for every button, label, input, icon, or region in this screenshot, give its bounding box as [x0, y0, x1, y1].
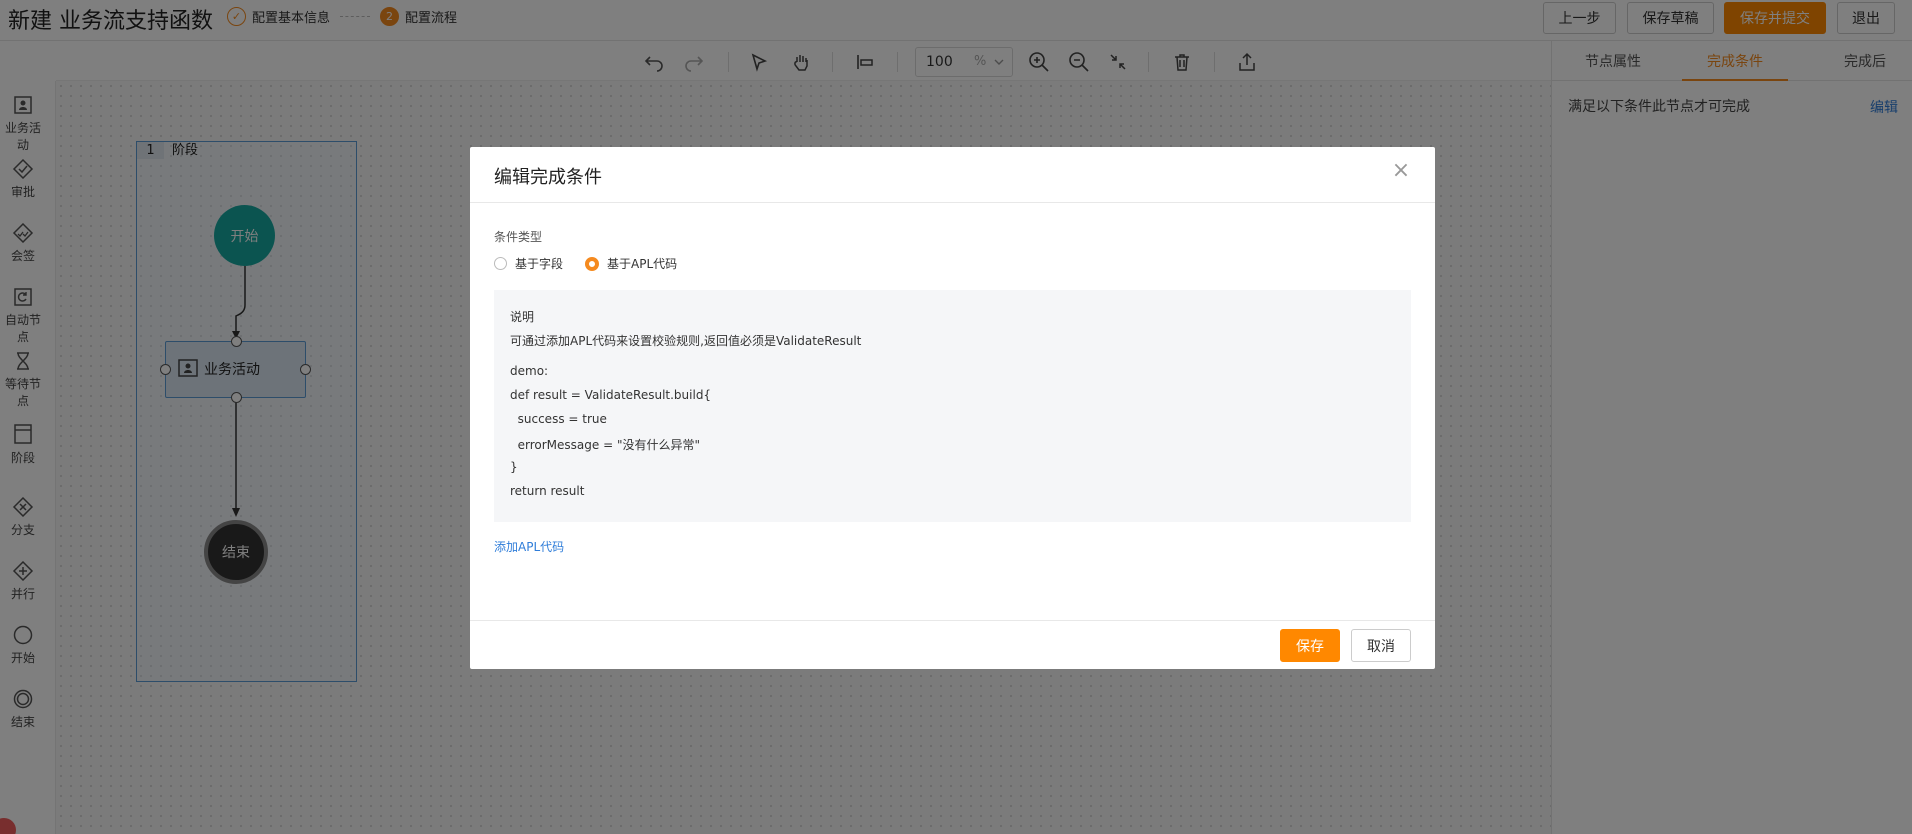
condition-type-label: 条件类型 — [494, 230, 543, 244]
code-line: success = true — [510, 412, 607, 426]
add-apl-code-link[interactable]: 添加APL代码 — [494, 538, 564, 555]
dialog-header: 编辑完成条件 × — [470, 147, 1435, 203]
dialog-title: 编辑完成条件 — [494, 167, 602, 188]
radio-label: 基于APL代码 — [607, 257, 678, 271]
radio-option-field[interactable]: 基于字段 — [494, 255, 563, 272]
code-line: return result — [510, 484, 585, 498]
code-line: def result = ValidateResult.build{ — [510, 388, 712, 402]
radio-label: 基于字段 — [515, 257, 564, 271]
edit-completion-condition-dialog: 编辑完成条件 × 条件类型 基于字段 基于APL代码 说明 可通过添加APL代码… — [470, 147, 1435, 669]
description-heading: 说明 — [510, 310, 535, 324]
code-line: demo: — [510, 364, 549, 378]
code-line: } — [510, 460, 518, 474]
code-line: errorMessage = "没有什么异常" — [510, 438, 700, 452]
cancel-button[interactable]: 取消 — [1351, 629, 1411, 662]
code-description-box: 说明 可通过添加APL代码来设置校验规则,返回值必须是ValidateResul… — [494, 290, 1411, 522]
save-button[interactable]: 保存 — [1280, 629, 1340, 662]
close-icon[interactable]: × — [1391, 160, 1411, 182]
condition-type-radio-group: 基于字段 基于APL代码 — [494, 255, 699, 272]
radio-button[interactable] — [494, 257, 507, 270]
description-text: 可通过添加APL代码来设置校验规则,返回值必须是ValidateResult — [510, 334, 862, 348]
radio-button-selected[interactable] — [585, 256, 600, 271]
dialog-footer: 保存 取消 — [470, 620, 1435, 669]
radio-option-apl-code[interactable]: 基于APL代码 — [585, 255, 677, 272]
